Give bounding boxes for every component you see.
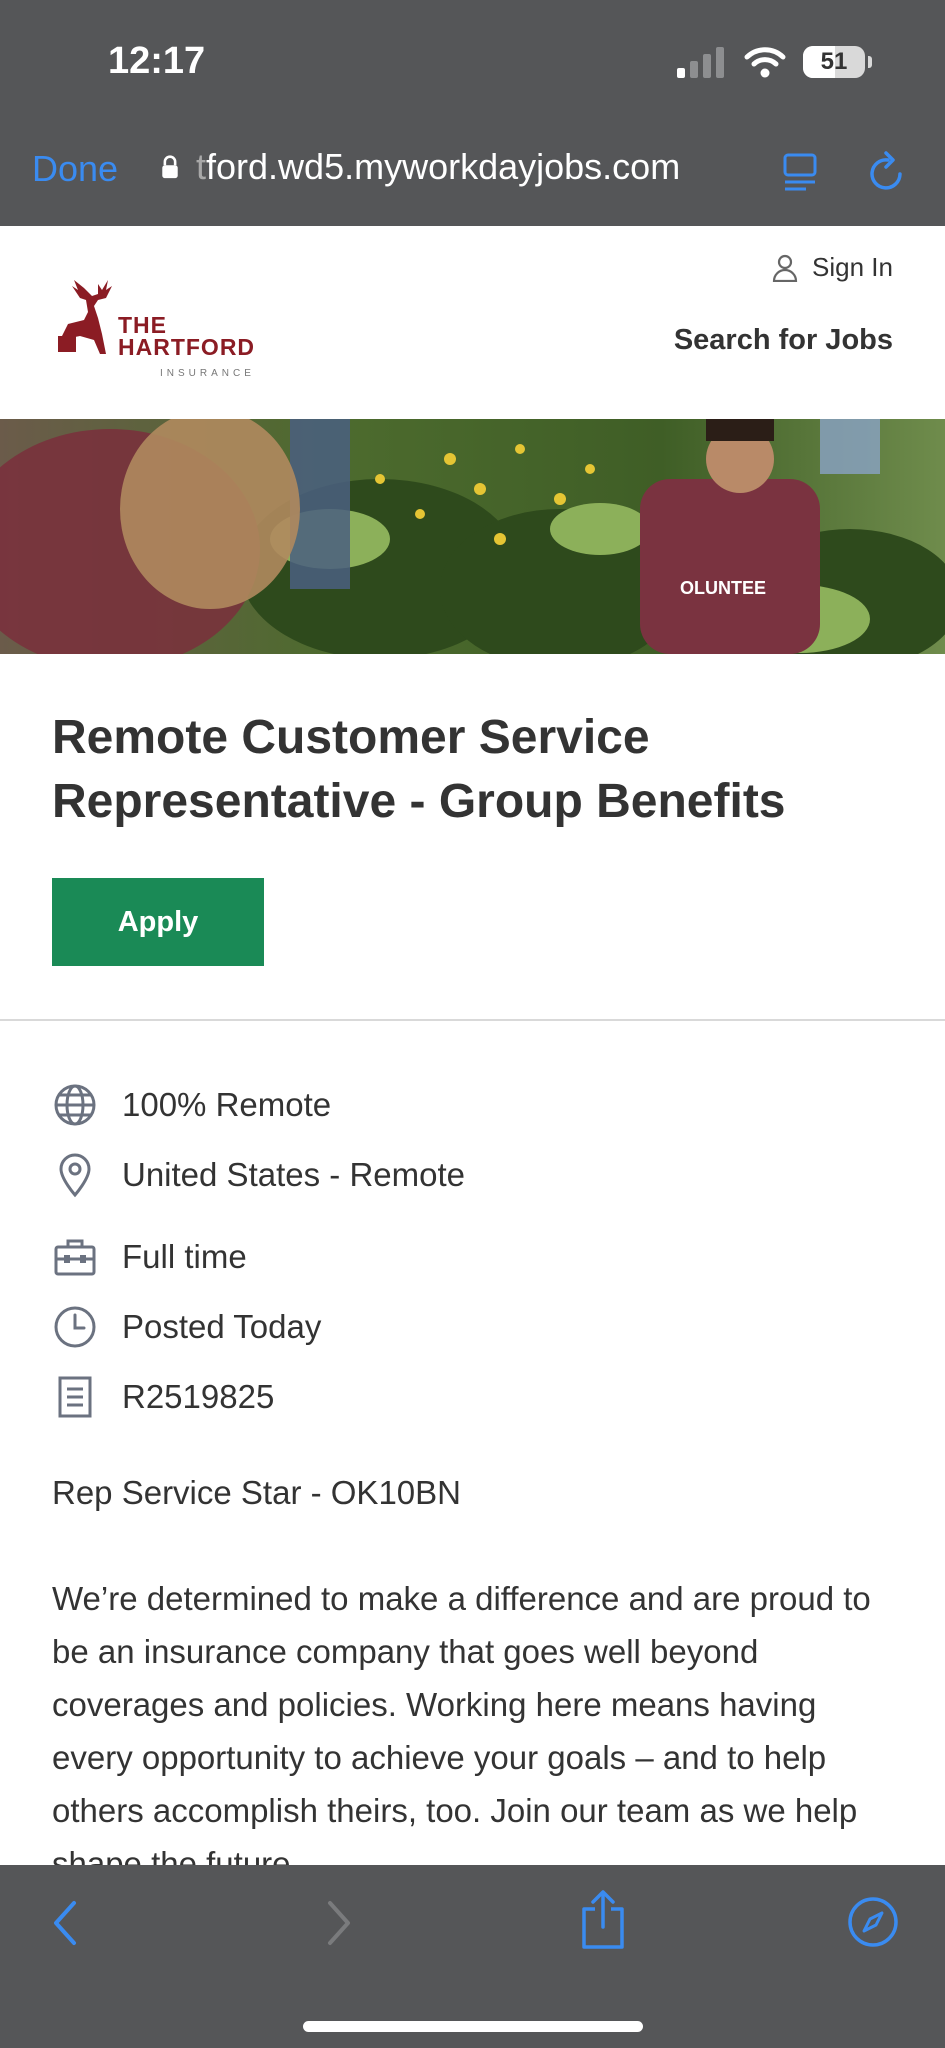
briefcase-icon (54, 1239, 96, 1276)
time-type-text: Full time (122, 1238, 247, 1275)
document-icon (58, 1376, 92, 1418)
reader-mode-icon[interactable] (782, 152, 818, 192)
requisition-id-item: R2519825 (52, 1362, 892, 1432)
logo-text-hartford: HARTFORD (118, 334, 256, 360)
cellular-signal-icon (677, 47, 724, 78)
job-subtitle: Rep Service Star - OK10BN (52, 1474, 461, 1511)
status-time: 12:17 (108, 40, 206, 82)
globe-icon (54, 1084, 96, 1126)
share-icon[interactable] (578, 1889, 628, 1951)
home-indicator[interactable] (303, 2021, 643, 2032)
compass-icon[interactable] (846, 1895, 900, 1949)
site-header: THE HARTFORD INSURANCE Sign In Search fo… (0, 226, 945, 419)
clock-icon (54, 1306, 96, 1348)
reload-icon[interactable] (868, 150, 908, 194)
browser-top-bar: 12:17 51 Done tford.wd5.myworkdayjobs.co… (0, 0, 945, 226)
battery-indicator: 51 (803, 46, 872, 78)
posted-date-item: Posted Today (52, 1292, 892, 1362)
posted-date-text: Posted Today (122, 1308, 322, 1345)
requisition-id-text: R2519825 (122, 1378, 275, 1415)
done-button[interactable]: Done (32, 148, 118, 190)
search-for-jobs-link[interactable]: Search for Jobs (674, 324, 893, 357)
url-prefix: t (196, 146, 207, 187)
url-field[interactable]: tford.wd5.myworkdayjobs.com (160, 146, 680, 188)
divider (0, 1019, 945, 1021)
sign-in-label: Sign In (812, 252, 893, 282)
url-domain: ford.wd5.myworkdayjobs.com (206, 146, 681, 187)
battery-level: 51 (820, 48, 848, 75)
job-details-list: 100% Remote United States - Remote Full … (52, 1070, 892, 1432)
location-pin-icon (59, 1153, 91, 1198)
lock-icon (162, 155, 178, 179)
status-icons: 51 (675, 42, 872, 82)
location-text: United States - Remote (122, 1156, 465, 1193)
hartford-logo[interactable]: THE HARTFORD INSURANCE (58, 276, 268, 386)
job-description: We’re determined to make a difference an… (52, 1580, 871, 1882)
user-icon (772, 254, 798, 282)
stag-icon (58, 280, 112, 354)
location-item: United States - Remote (52, 1140, 892, 1210)
job-title: Remote Customer Service Representative -… (52, 711, 786, 828)
remote-type-item: 100% Remote (52, 1070, 892, 1140)
time-type-item: Full time (52, 1222, 892, 1292)
logo-text-insurance: INSURANCE (160, 368, 255, 379)
forward-icon[interactable] (318, 1897, 358, 1949)
volunteer-shirt-text: OLUNTEE (680, 578, 766, 598)
address-bar: Done tford.wd5.myworkdayjobs.com (0, 140, 945, 204)
back-icon[interactable] (46, 1897, 86, 1949)
hero-image: OLUNTEE (0, 419, 945, 654)
wifi-icon (744, 47, 786, 78)
browser-bottom-toolbar (0, 1865, 945, 2048)
sign-in-link[interactable]: Sign In (772, 252, 893, 283)
apply-button[interactable]: Apply (52, 878, 264, 966)
remote-type-text: 100% Remote (122, 1086, 332, 1123)
